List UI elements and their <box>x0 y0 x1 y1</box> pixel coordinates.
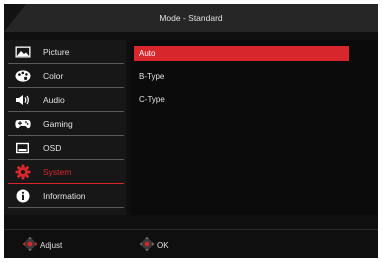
osd-menu: Mode - Standard Picture Color Audio Gami… <box>4 4 378 258</box>
header-bar: Mode - Standard <box>4 4 378 32</box>
sidebar-item-label: OSD <box>43 143 62 153</box>
option-auto[interactable]: Auto <box>134 46 349 61</box>
ok-hint: OK <box>139 236 169 254</box>
adjust-label: Adjust <box>40 240 63 250</box>
sidebar-item-gaming[interactable]: Gaming <box>8 113 124 136</box>
sidebar-item-system[interactable]: System <box>8 161 124 184</box>
adjust-hint: Adjust <box>22 236 63 254</box>
osd-icon <box>14 141 32 155</box>
color-palette-icon <box>14 69 32 83</box>
sidebar-item-color[interactable]: Color <box>8 65 124 88</box>
footer-divider <box>4 229 378 230</box>
sidebar-item-label: Gaming <box>43 119 73 129</box>
sidebar-menu: Picture Color Audio Gaming OSD System In… <box>4 40 126 215</box>
gamepad-icon <box>14 117 32 131</box>
ok-label: OK <box>157 240 169 250</box>
gear-icon <box>14 164 32 180</box>
sidebar-item-label: System <box>43 167 72 177</box>
dpad-center-icon <box>139 236 155 254</box>
mode-title: Mode - Standard <box>159 13 223 23</box>
sidebar-item-picture[interactable]: Picture <box>8 41 124 64</box>
option-c-type[interactable]: C-Type <box>134 92 349 107</box>
sidebar-item-label: Color <box>43 71 64 81</box>
sidebar-item-label: Audio <box>43 95 65 105</box>
picture-icon <box>14 45 32 59</box>
dpad-icon <box>22 236 38 254</box>
options-panel: Auto B-Type C-Type <box>130 40 378 215</box>
option-b-type[interactable]: B-Type <box>134 69 349 84</box>
sidebar-item-audio[interactable]: Audio <box>8 89 124 112</box>
sidebar-item-label: Information <box>43 191 86 201</box>
info-icon <box>14 189 32 203</box>
sidebar-item-osd[interactable]: OSD <box>8 137 124 160</box>
sidebar-item-information[interactable]: Information <box>8 185 124 208</box>
speaker-icon <box>14 93 32 107</box>
sidebar-item-label: Picture <box>43 47 70 57</box>
